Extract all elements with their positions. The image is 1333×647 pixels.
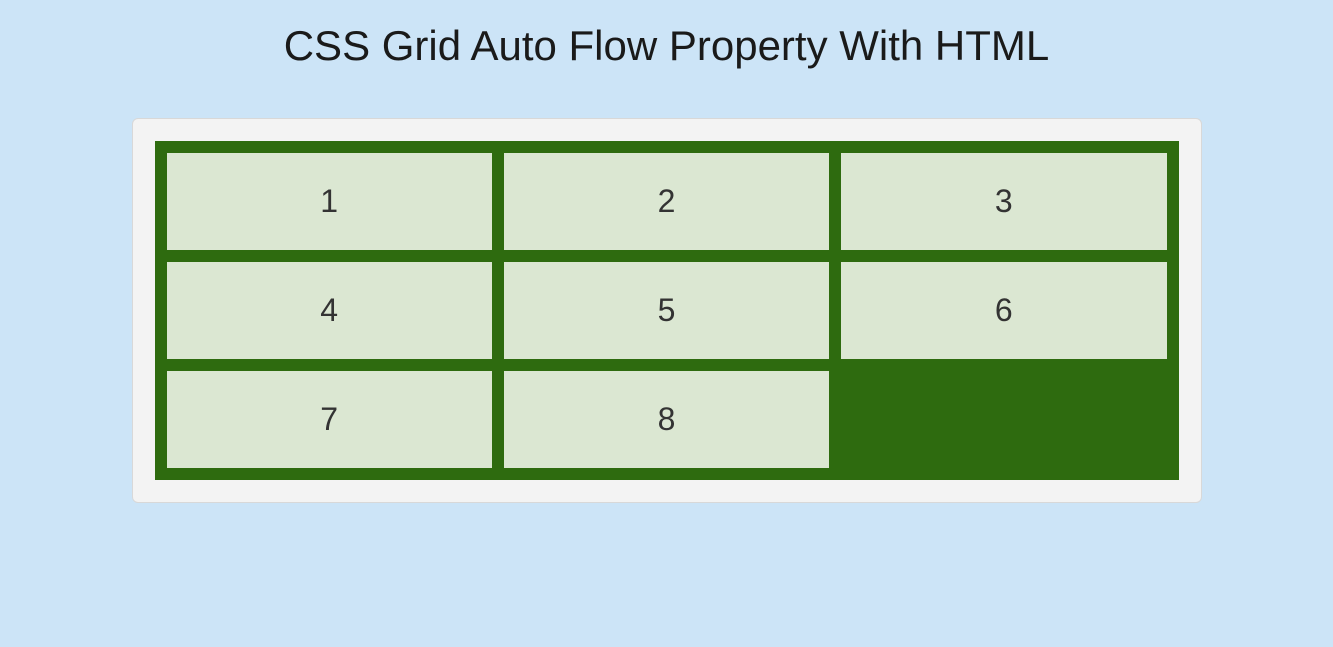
grid-item: 5 [504, 262, 829, 359]
grid-item: 3 [841, 153, 1166, 250]
grid-item: 2 [504, 153, 829, 250]
grid-item: 4 [167, 262, 492, 359]
grid-item: 1 [167, 153, 492, 250]
grid-item: 7 [167, 371, 492, 468]
grid-container: 1 2 3 4 5 6 7 8 [155, 141, 1179, 480]
grid-wrapper: 1 2 3 4 5 6 7 8 [132, 118, 1202, 503]
grid-item: 6 [841, 262, 1166, 359]
grid-item: 8 [504, 371, 829, 468]
page-title: CSS Grid Auto Flow Property With HTML [0, 0, 1333, 88]
